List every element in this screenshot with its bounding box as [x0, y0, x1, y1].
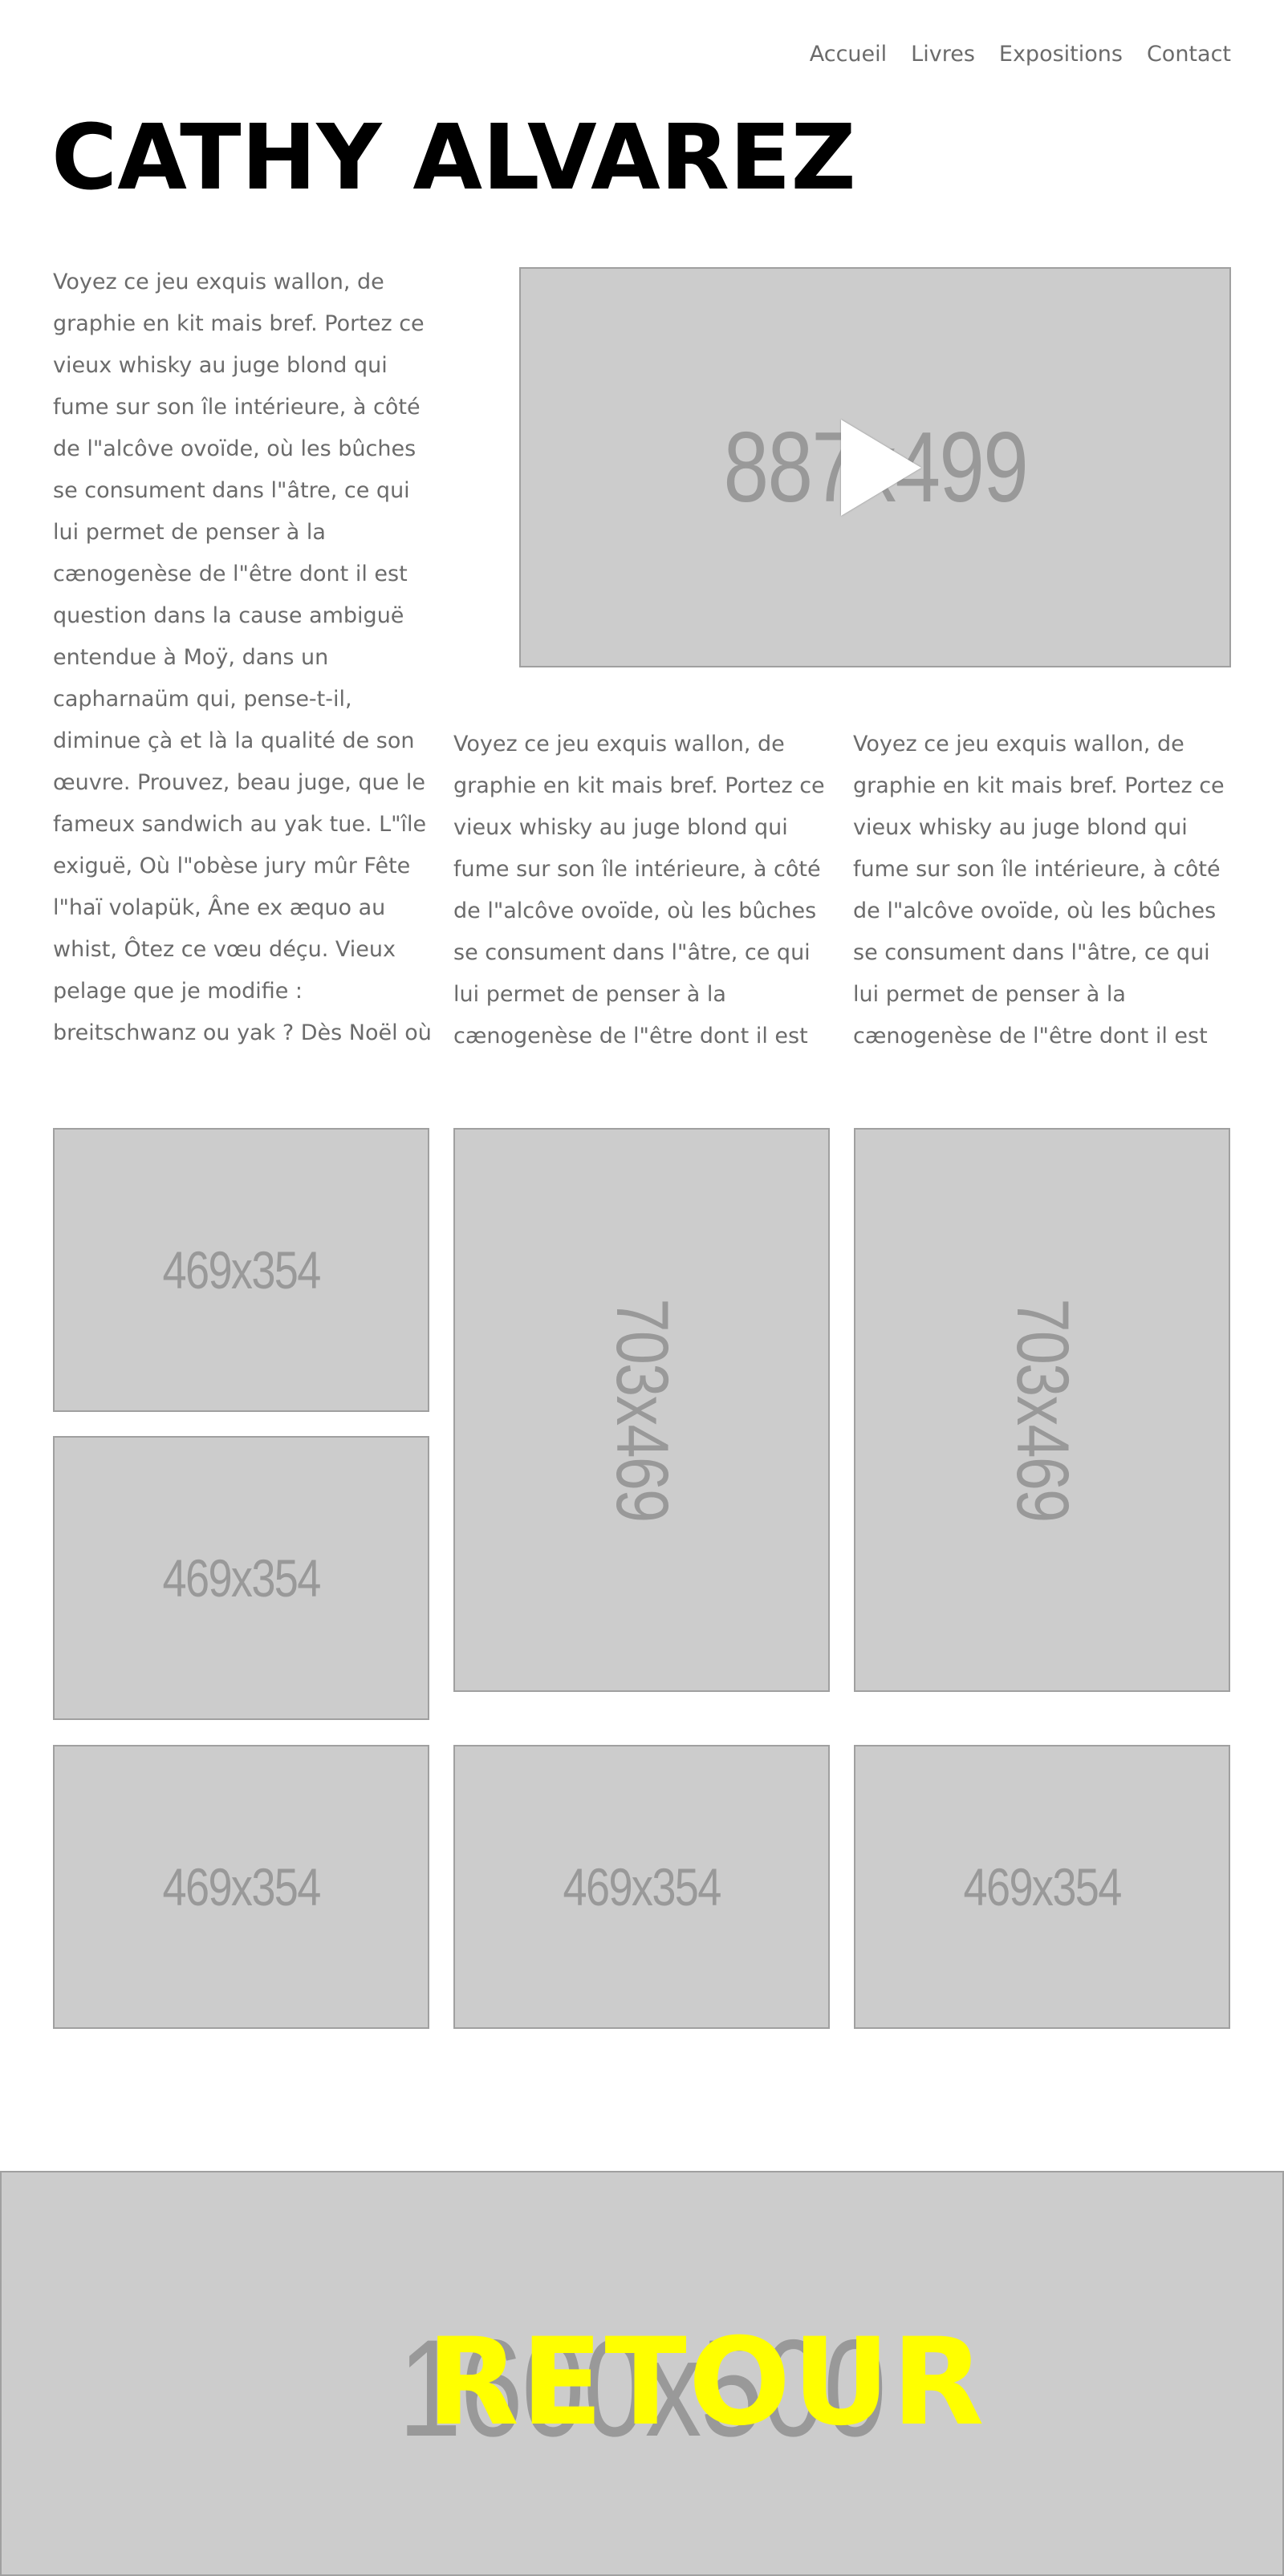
play-icon[interactable]	[841, 420, 921, 516]
nav-link-accueil[interactable]: Accueil	[810, 39, 887, 71]
body-text-right: Voyez ce jeu exquis wallon, de graphie e…	[853, 732, 1225, 1049]
gallery-image-tall[interactable]: 703x469	[854, 1128, 1230, 1692]
gallery-image[interactable]: 469x354	[453, 1745, 830, 2029]
nav-link-expositions[interactable]: Expositions	[999, 39, 1123, 71]
gallery-image-label: 469x354	[563, 1857, 721, 1917]
gallery-image-label: 469x354	[162, 1548, 321, 1608]
page-title: CATHY ALVAREZ	[51, 106, 856, 210]
main-nav: Accueil Livres Expositions Contact	[810, 39, 1231, 71]
gallery-image[interactable]: 469x354	[53, 1436, 429, 1720]
gallery-image-label: 703x469	[1002, 1298, 1083, 1522]
nav-link-contact[interactable]: Contact	[1147, 39, 1231, 71]
gallery-image-label: 703x469	[601, 1298, 683, 1522]
gallery-image-label: 469x354	[963, 1857, 1122, 1917]
gallery-image[interactable]: 469x354	[53, 1128, 429, 1412]
gallery-image[interactable]: 469x354	[53, 1745, 429, 2029]
gallery-image[interactable]: 469x354	[854, 1745, 1230, 2029]
gallery-image-label: 469x354	[162, 1240, 321, 1300]
body-text-left: Voyez ce jeu exquis wallon, de graphie e…	[53, 270, 432, 1045]
body-text-middle: Voyez ce jeu exquis wallon, de graphie e…	[453, 732, 825, 1049]
nav-link-livres[interactable]: Livres	[911, 39, 975, 71]
gallery-image-tall[interactable]: 703x469	[453, 1128, 830, 1692]
gallery-image-label: 469x354	[162, 1857, 321, 1917]
retour-link[interactable]: RETOUR	[64, 2310, 1284, 2455]
